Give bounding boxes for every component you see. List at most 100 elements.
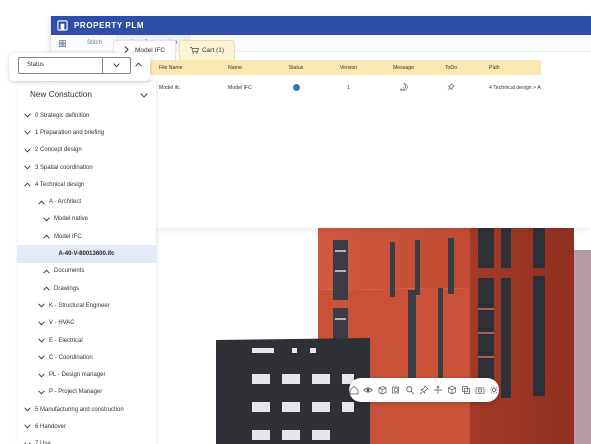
tree-node-label: C - Coordination xyxy=(49,354,93,361)
chevron-down-icon[interactable] xyxy=(23,130,32,135)
status-select-value[interactable]: Status xyxy=(18,57,102,74)
tree-node[interactable]: 4 Technical design xyxy=(17,176,156,193)
tree-node-label: V - HVAC xyxy=(49,320,75,327)
tree-node[interactable]: P - Project Manager xyxy=(17,384,156,401)
search-icon[interactable] xyxy=(405,385,416,396)
tree-node[interactable]: K - Structural Engineer xyxy=(17,297,156,314)
tree-node[interactable]: C - Coordination xyxy=(17,349,156,366)
tree-node-label: Model IFC xyxy=(54,233,82,240)
col-message: Message xyxy=(392,64,415,71)
chevron-down-icon[interactable] xyxy=(37,321,46,326)
cube-icon[interactable] xyxy=(377,385,388,396)
chevron-up-icon[interactable] xyxy=(37,200,46,205)
chevron-up-icon[interactable] xyxy=(42,286,51,291)
tree-node-label: 5 Manufacturing and construction xyxy=(35,406,124,413)
tree-node[interactable]: Model IFC xyxy=(17,228,156,245)
status-dropdown-button[interactable] xyxy=(102,57,131,74)
pin-icon[interactable] xyxy=(419,385,430,396)
tab-cart-label: Cart (1) xyxy=(201,47,225,54)
tree-node[interactable]: 0 Strategic definition xyxy=(17,107,156,124)
tree-node-label: 2 Concept design xyxy=(35,147,82,154)
tab-stitch[interactable]: Stitch xyxy=(73,35,116,52)
table-header: File Name Name Status Version Message To… xyxy=(113,60,541,75)
col-version: Version xyxy=(339,64,358,71)
tree-node[interactable]: 5 Manufacturing and construction xyxy=(17,401,156,418)
chevron-down-icon[interactable] xyxy=(37,338,46,343)
chevron-down-icon[interactable] xyxy=(23,165,32,170)
chevron-down-icon[interactable] xyxy=(37,303,46,308)
tree-nodes: 0 Strategic definition 1 Preparation and … xyxy=(17,107,156,444)
chevron-down-icon[interactable] xyxy=(37,373,46,378)
tree-node[interactable]: A - Architect xyxy=(17,193,156,210)
tree-node[interactable]: 2 Concept design xyxy=(17,142,156,159)
eye-icon[interactable] xyxy=(363,385,374,396)
col-status: Status xyxy=(288,64,304,71)
chevron-down-icon[interactable] xyxy=(37,355,46,360)
chevron-down-icon[interactable] xyxy=(37,390,46,395)
section-box-icon[interactable] xyxy=(460,385,471,396)
table-row[interactable]: Model ifc Model IFC 1 4 Technical design… xyxy=(113,75,541,101)
chevron-up-icon[interactable] xyxy=(135,62,142,67)
page: PROPERTY PLM Stitch New Construction Mod… xyxy=(0,0,591,444)
camera-icon[interactable] xyxy=(474,385,485,396)
file-table: File Name Name Status Version Message To… xyxy=(113,60,541,101)
col-name: Name xyxy=(228,64,242,71)
status-filter: Status xyxy=(9,53,150,81)
tree-node[interactable]: 7 Use xyxy=(17,436,156,444)
tree-node[interactable]: Model native xyxy=(17,211,156,228)
tab-cart[interactable]: Cart (1) xyxy=(178,40,236,60)
tree-node[interactable]: Documents xyxy=(17,263,156,280)
cell-path: 4 Technical design > A > xyxy=(489,85,541,91)
cube-search-icon[interactable] xyxy=(391,385,402,396)
tree-node[interactable]: Drawings xyxy=(17,280,156,297)
tree-node-label: A - Architect xyxy=(49,199,82,206)
chevron-down-icon[interactable] xyxy=(23,113,32,118)
tree-node-label: P - Project Manager xyxy=(49,389,103,396)
axes-icon[interactable] xyxy=(432,385,443,396)
tree-node[interactable]: E - Electrical xyxy=(17,332,156,349)
app-title: PROPERTY PLM xyxy=(74,21,145,30)
tree-node-label: 4 Technical design xyxy=(35,181,85,188)
tree-node[interactable]: 6 Handover xyxy=(17,418,156,435)
chevron-down-icon[interactable] xyxy=(23,148,32,153)
pin-icon[interactable] xyxy=(431,83,471,93)
chevron-up-icon[interactable] xyxy=(42,269,51,274)
tree-root[interactable]: New Constuction xyxy=(17,82,156,107)
chevron-down-icon[interactable] xyxy=(42,217,51,222)
message-icon[interactable] xyxy=(376,83,431,93)
tree-node[interactable]: 1 Preparation and briefing xyxy=(17,124,156,141)
tree-node-label: E - Electrical xyxy=(49,337,83,344)
tree-node[interactable]: 3 Spatial coordination xyxy=(17,159,156,176)
tree-node-label: Drawings xyxy=(54,285,80,292)
tree-node-label: 3 Spatial coordination xyxy=(35,164,93,171)
tree-node-label: PL - Design manager xyxy=(49,372,106,379)
cart-icon xyxy=(190,47,199,54)
chevron-down-icon[interactable] xyxy=(23,424,32,429)
chevron-down-icon xyxy=(113,63,120,68)
tree-node[interactable]: PL - Design manager xyxy=(17,366,156,383)
tree-node[interactable]: A-40-V-80013600.ifc xyxy=(17,245,156,263)
cell-version: 1 xyxy=(347,85,350,91)
cell-name: Model IFC xyxy=(228,85,252,91)
settings-icon[interactable] xyxy=(488,385,499,396)
col-todo: ToDo xyxy=(444,64,458,71)
project-tree: New Constuction 0 Strategic definition 1 … xyxy=(17,82,156,444)
tree-node-label: Model native xyxy=(54,216,89,223)
tree-node[interactable]: V - HVAC xyxy=(17,315,156,332)
tree-node-label: Documents xyxy=(54,268,85,275)
tree-node-label: 1 Preparation and briefing xyxy=(35,129,105,136)
home-icon[interactable] xyxy=(349,385,360,396)
chevron-up-icon[interactable] xyxy=(42,234,51,239)
tree-node-label: 0 Strategic definition xyxy=(35,112,90,119)
logo-icon xyxy=(57,20,68,31)
chevron-down-icon[interactable] xyxy=(23,407,32,412)
col-path: Path xyxy=(489,64,500,71)
box-icon[interactable] xyxy=(446,385,457,396)
tree-node-label: A-40-V-80013600.ifc xyxy=(58,251,115,258)
chevron-down-icon[interactable] xyxy=(140,91,148,100)
tree-node-label: 6 Handover xyxy=(35,423,67,430)
status-dot xyxy=(271,83,321,93)
grid-icon[interactable] xyxy=(51,34,73,52)
chevron-up-icon[interactable] xyxy=(23,182,32,187)
viewer-toolbar xyxy=(349,378,499,402)
